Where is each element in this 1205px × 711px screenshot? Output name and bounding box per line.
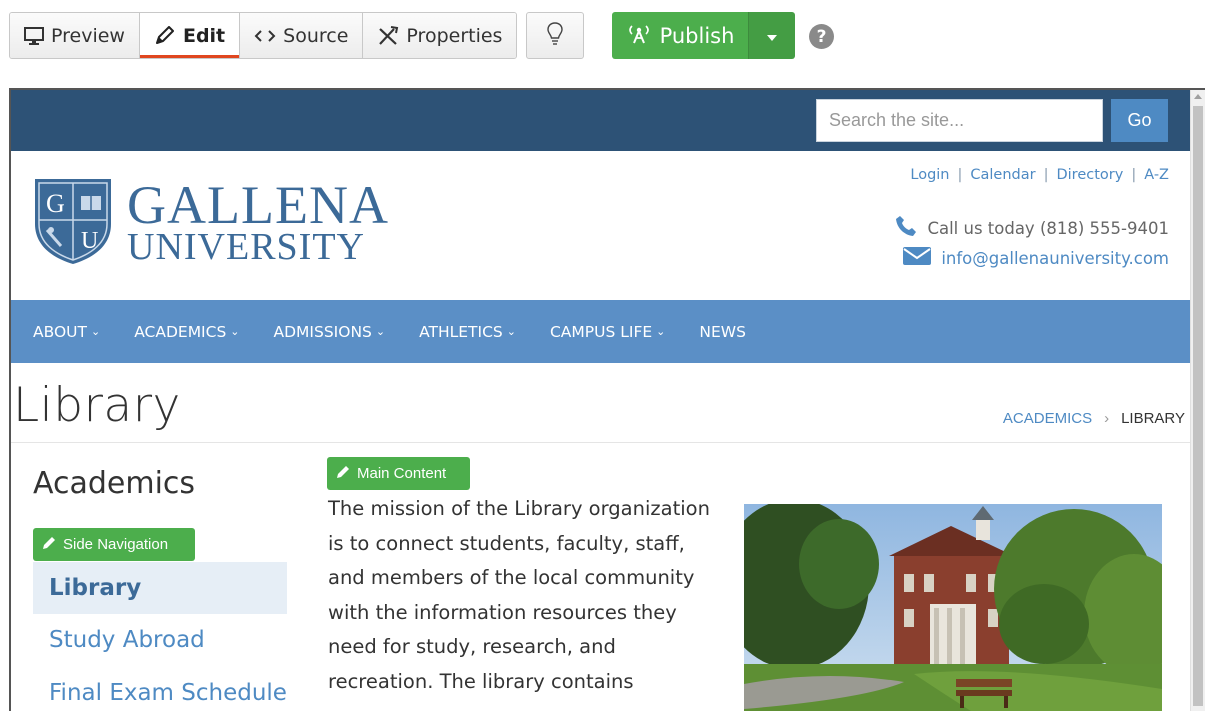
- sidebar-item-library[interactable]: Library: [33, 562, 287, 614]
- nav-label: ACADEMICS: [134, 322, 227, 341]
- source-button[interactable]: Source: [240, 13, 364, 58]
- phone-icon: [895, 215, 917, 241]
- email-link[interactable]: info@gallenauniversity.com: [941, 249, 1169, 268]
- main-content-edit-button[interactable]: Main Content: [327, 457, 470, 490]
- phone-text: Call us today (818) 555-9401: [927, 218, 1169, 238]
- view-mode-button-group: Preview Edit Source Properties: [9, 12, 518, 59]
- nav-item-news[interactable]: NEWS: [699, 323, 746, 341]
- utility-links: Login | Calendar | Directory | A-Z: [910, 167, 1169, 183]
- nav-item-about[interactable]: ABOUT ⌄: [33, 323, 100, 341]
- publish-button[interactable]: Publish: [612, 12, 748, 59]
- body-line: recreation. The library contains: [328, 669, 634, 693]
- directory-link[interactable]: Directory: [1056, 167, 1123, 183]
- a-z-link[interactable]: A-Z: [1144, 167, 1169, 183]
- pencil-icon: [42, 535, 57, 554]
- pencil-icon: [154, 25, 176, 46]
- body-line: with the information resources they: [328, 600, 677, 624]
- preview-label: Preview: [51, 24, 125, 47]
- link-separator: |: [1131, 167, 1137, 183]
- site-search-input[interactable]: Search the site...: [816, 99, 1103, 142]
- shield-letter-g: G: [46, 189, 65, 218]
- shield-icon: G U: [33, 176, 113, 270]
- pencil-icon: [336, 464, 351, 483]
- publish-label: Publish: [659, 23, 735, 48]
- link-separator: |: [1043, 167, 1049, 183]
- search-placeholder: Search the site...: [829, 110, 965, 130]
- nav-item-athletics[interactable]: ATHLETICS ⌄: [419, 323, 516, 341]
- preview-vertical-scrollbar[interactable]: [1190, 90, 1205, 711]
- sidebar-item-study-abroad[interactable]: Study Abroad: [49, 627, 205, 653]
- nav-item-campus-life[interactable]: CAMPUS LIFE ⌄: [550, 323, 665, 341]
- library-building-photo: [744, 504, 1162, 711]
- help-icon[interactable]: ?: [809, 24, 834, 49]
- shield-letter-u: U: [81, 228, 98, 254]
- page-preview-frame: Search the site... Go G U GALLENA UNIVER…: [9, 88, 1205, 711]
- logo-line-university: UNIVERSITY: [127, 226, 365, 269]
- main-content-label: Main Content: [357, 465, 447, 482]
- breadcrumb: ACADEMICS › LIBRARY: [1003, 410, 1185, 427]
- nav-label: ABOUT: [33, 322, 87, 341]
- main-navigation: ABOUT ⌄ ACADEMICS ⌄ ADMISSIONS ⌄ ATHLETICS ⌄…: [11, 300, 1191, 363]
- edit-button[interactable]: Edit: [139, 13, 241, 58]
- body-line: and members of the local community: [328, 566, 695, 589]
- breadcrumb-separator-icon: ›: [1104, 410, 1110, 427]
- suggestions-button[interactable]: [526, 12, 584, 59]
- breadcrumb-academics-link[interactable]: ACADEMICS: [1003, 410, 1092, 427]
- nav-label: CAMPUS LIFE: [549, 322, 653, 341]
- calendar-link[interactable]: Calendar: [970, 167, 1035, 183]
- properties-label: Properties: [406, 24, 503, 47]
- broadcast-icon: [626, 22, 652, 49]
- scroll-up-arrow-icon[interactable]: [1194, 94, 1202, 99]
- publish-split-button: Publish: [612, 12, 795, 59]
- chevron-down-icon: ⌄: [375, 325, 386, 338]
- sidebar-item-final-exam-schedule[interactable]: Final Exam Schedule: [49, 680, 287, 706]
- site-top-bar: Search the site... Go: [11, 90, 1191, 151]
- nav-label: NEWS: [699, 322, 746, 341]
- body-line: need for study, research, and: [328, 635, 616, 658]
- preview-button[interactable]: Preview: [10, 13, 140, 58]
- properties-button[interactable]: Properties: [363, 13, 517, 58]
- nav-label: ATHLETICS: [419, 322, 503, 341]
- breadcrumb-current: LIBRARY: [1121, 410, 1185, 427]
- email-contact[interactable]: info@gallenauniversity.com: [903, 247, 1169, 269]
- main-body-text: The mission of the Library organization …: [328, 492, 740, 699]
- title-divider: [11, 442, 1191, 443]
- body-line: is to connect students, faculty, staff,: [328, 531, 685, 555]
- phone-contact: Call us today (818) 555-9401: [895, 215, 1169, 241]
- envelope-icon: [903, 247, 932, 269]
- chevron-down-icon: ⌄: [656, 325, 666, 338]
- side-navigation-label: Side Navigation: [63, 536, 169, 553]
- chevron-down-icon: ⌄: [90, 325, 101, 338]
- sidebar-title: Academics: [33, 466, 196, 501]
- source-label: Source: [283, 24, 349, 47]
- university-logo[interactable]: G U GALLENA UNIVERSITY: [33, 173, 393, 273]
- cms-toolbar: Preview Edit Source Properties Publish ?: [0, 0, 1205, 88]
- site-header: G U GALLENA UNIVERSITY Login | Calendar …: [11, 151, 1191, 301]
- link-separator: |: [957, 167, 963, 183]
- caret-down-icon: [767, 26, 777, 45]
- side-navigation-edit-button[interactable]: Side Navigation: [33, 528, 195, 561]
- search-go-button[interactable]: Go: [1111, 99, 1168, 142]
- help-label: ?: [816, 26, 827, 47]
- tools-icon: [377, 25, 399, 46]
- nav-label: ADMISSIONS: [273, 322, 372, 341]
- nav-item-admissions[interactable]: ADMISSIONS ⌄: [274, 323, 386, 341]
- code-icon: [254, 29, 276, 43]
- logo-line-gallena: GALLENA: [127, 174, 389, 235]
- scrollbar-thumb[interactable]: [1193, 106, 1203, 706]
- nav-item-academics[interactable]: ACADEMICS ⌄: [134, 323, 239, 341]
- logo-wordmark: GALLENA UNIVERSITY: [127, 174, 389, 269]
- chevron-down-icon: ⌄: [230, 325, 240, 338]
- lightbulb-icon: [547, 21, 563, 50]
- chevron-down-icon: ⌄: [506, 325, 516, 338]
- page-title: Library: [13, 378, 181, 433]
- edit-label: Edit: [182, 24, 226, 47]
- body-line: The mission of the Library organization: [328, 497, 710, 520]
- login-link[interactable]: Login: [910, 167, 949, 183]
- publish-options-button[interactable]: [748, 12, 795, 59]
- monitor-icon: [24, 26, 44, 45]
